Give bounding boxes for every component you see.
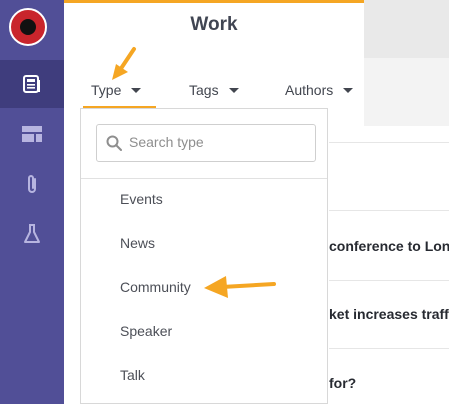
option-speaker[interactable]: Speaker — [120, 323, 172, 339]
type-filter-label: Type — [91, 82, 122, 98]
list-item-title[interactable]: ket increases traffic — [329, 306, 449, 322]
dropdown-divider — [81, 178, 327, 179]
right-panel — [364, 0, 449, 58]
arrow-icon — [204, 276, 276, 298]
option-events[interactable]: Events — [120, 191, 163, 207]
caret-down-icon — [343, 87, 354, 93]
row-divider — [329, 210, 449, 211]
flask-icon — [24, 224, 40, 243]
option-news[interactable]: News — [120, 235, 155, 251]
authors-filter[interactable]: Authors — [285, 82, 354, 98]
caret-down-icon — [228, 87, 239, 93]
sidebar-item-work[interactable] — [0, 60, 64, 108]
page-title: Work — [190, 14, 238, 35]
tags-filter-label: Tags — [189, 82, 219, 98]
row-divider — [329, 280, 449, 281]
type-filter[interactable]: Type — [91, 82, 142, 98]
list-item-title[interactable]: conference to Lond — [329, 238, 449, 254]
sidebar-item-layout[interactable] — [0, 110, 64, 158]
paperclip-icon — [28, 175, 36, 193]
authors-filter-label: Authors — [285, 82, 334, 98]
row-divider — [329, 348, 449, 349]
search-icon — [106, 135, 122, 151]
search-box — [96, 124, 316, 162]
content-list — [329, 126, 449, 404]
row-divider — [329, 142, 449, 143]
sidebar — [0, 0, 64, 404]
option-talk[interactable]: Talk — [120, 367, 145, 383]
arrow-icon — [112, 47, 136, 80]
layout-icon — [22, 126, 42, 142]
caret-down-icon — [131, 87, 142, 93]
option-community[interactable]: Community — [120, 279, 191, 295]
active-tab-indicator — [64, 0, 364, 3]
newspaper-icon — [23, 75, 40, 93]
sidebar-item-labs[interactable] — [0, 210, 64, 258]
search-input[interactable] — [127, 133, 311, 151]
list-item-title[interactable]: for? — [329, 375, 449, 391]
sidebar-item-attachments[interactable] — [0, 160, 64, 208]
app-logo[interactable] — [9, 8, 47, 46]
tags-filter[interactable]: Tags — [189, 82, 239, 98]
type-dropdown: Events News Community Speaker Talk — [80, 108, 328, 404]
